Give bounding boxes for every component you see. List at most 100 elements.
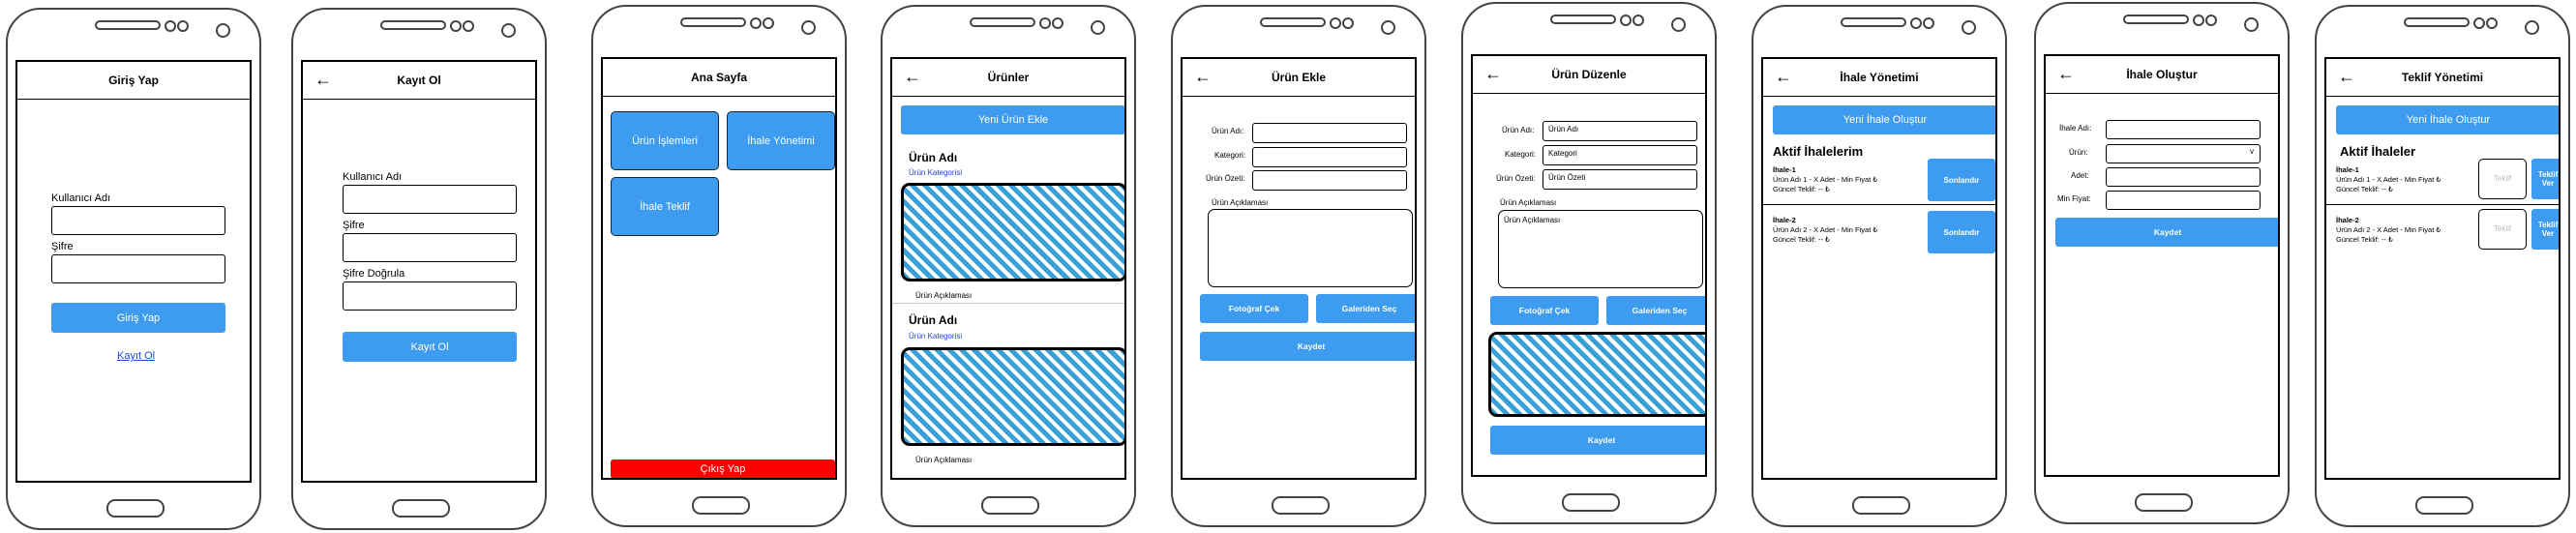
min-price-label: Min Fiyat: [2057, 194, 2091, 203]
name-input[interactable] [1252, 123, 1407, 143]
page-title: İhale Oluştur [2126, 68, 2198, 81]
min-price-input[interactable] [2106, 191, 2261, 210]
save-button[interactable]: Kaydet [2055, 218, 2278, 247]
take-photo-button[interactable]: Fotoğraf Çek [1200, 294, 1308, 323]
product-select[interactable]: v [2106, 144, 2261, 163]
auction-management-button[interactable]: İhale Yönetimi [727, 111, 835, 170]
choose-gallery-button[interactable]: Galeriden Seç [1316, 294, 1415, 323]
phone-sensor [750, 17, 762, 29]
back-arrow-icon[interactable]: ← [2057, 64, 2075, 83]
screen-header: ← Ürün Düzenle [1473, 56, 1705, 94]
choose-gallery-button[interactable]: Galeriden Seç [1606, 296, 1705, 325]
wireframe-canvas: Giriş Yap Kullanıcı Adı Şifre Giriş Yap … [0, 0, 2576, 533]
name-label: Ürün Adı: [1502, 126, 1535, 134]
product-description: Ürün Açıklaması [915, 291, 973, 300]
back-arrow-icon[interactable]: ← [1484, 64, 1502, 83]
phone-speaker [2123, 15, 2189, 24]
new-product-button[interactable]: Yeni Ürün Ekle [901, 105, 1124, 134]
auction-detail: Ürün Adı 1 - X Adet - Min Fiyat ₺ [1773, 175, 1878, 184]
description-textarea[interactable] [1208, 209, 1413, 287]
password-input[interactable] [343, 233, 517, 262]
end-auction-button[interactable]: Sonlandır [1928, 211, 1995, 253]
bid-input[interactable]: Teklif [2478, 159, 2527, 199]
save-button[interactable]: Kaydet [1200, 332, 1415, 361]
category-input[interactable]: Kategori [1543, 145, 1697, 165]
screen-login: Giriş Yap Kullanıcı Adı Şifre Giriş Yap … [15, 60, 252, 483]
auction-name: İhale-2 [2336, 216, 2359, 224]
phone-sensor [1620, 15, 1632, 26]
back-arrow-icon[interactable]: ← [2338, 67, 2355, 86]
screen-products: ← Ürünler Yeni Ürün Ekle Ürün Adı Ürün K… [890, 57, 1126, 480]
product-category: Ürün Kategorisi [909, 332, 963, 341]
summary-input[interactable]: Ürün Özeti [1543, 169, 1697, 190]
phone-speaker [380, 20, 446, 30]
home-button [1272, 496, 1330, 515]
password-input[interactable] [51, 254, 225, 283]
save-button[interactable]: Kaydet [1490, 426, 1705, 455]
end-auction-button[interactable]: Sonlandır [1928, 159, 1995, 201]
phone-sensor [1052, 17, 1063, 29]
quantity-input[interactable] [2106, 167, 2261, 187]
phone-speaker [1841, 17, 1906, 27]
back-arrow-icon[interactable]: ← [1194, 67, 1212, 86]
screen-header: Giriş Yap [17, 62, 250, 100]
take-photo-button[interactable]: Fotoğraf Çek [1490, 296, 1599, 325]
section-title: Aktif İhaleler [2340, 144, 2416, 159]
home-button [392, 499, 450, 518]
username-input[interactable] [51, 206, 225, 235]
auction-bid-button[interactable]: İhale Teklif [611, 177, 719, 236]
back-arrow-icon[interactable]: ← [315, 70, 332, 89]
screen-create-auction: ← İhale Oluştur İhale Adı: Ürün: v Adet:… [2044, 54, 2280, 477]
chevron-down-icon: v [2250, 147, 2254, 156]
section-title: Aktif İhalelerim [1773, 144, 1864, 159]
phone-sensor [763, 17, 774, 29]
screen-header: ← Ürün Ekle [1183, 59, 1415, 97]
phone-create-auction: ← İhale Oluştur İhale Adı: Ürün: v Adet:… [2034, 2, 2290, 524]
phone-camera [801, 20, 816, 35]
list-divider [892, 303, 1124, 304]
product-image-placeholder [901, 183, 1124, 281]
bid-input[interactable]: Teklif [2478, 209, 2527, 250]
password-confirm-label: Şifre Doğrula [343, 268, 405, 280]
login-button[interactable]: Giriş Yap [51, 303, 225, 333]
product-category: Ürün Kategorisi [909, 168, 963, 177]
screen-header: ← İhale Oluştur [2046, 56, 2278, 94]
home-button [2415, 496, 2473, 515]
category-label: Kategori: [1505, 150, 1537, 159]
register-button[interactable]: Kayıt Ol [343, 332, 517, 362]
auction-name: İhale-1 [1773, 165, 1796, 174]
page-title: Kayıt Ol [397, 74, 441, 87]
product-description: Ürün Açıklaması [915, 456, 973, 464]
product-operations-button[interactable]: Ürün İşlemleri [611, 111, 719, 170]
place-bid-button[interactable]: Teklif Ver [2531, 159, 2559, 199]
phone-sensor [463, 20, 474, 32]
summary-label: Ürün Özeti: [1206, 174, 1245, 183]
category-input[interactable] [1252, 147, 1407, 167]
phone-sensor [2473, 17, 2485, 29]
phone-sensor [1342, 17, 1354, 29]
phone-products: ← Ürünler Yeni Ürün Ekle Ürün Adı Ürün K… [881, 5, 1136, 527]
phone-sensor [165, 20, 176, 32]
page-title: Ürünler [987, 71, 1030, 84]
back-arrow-icon[interactable]: ← [904, 67, 921, 86]
phone-camera [216, 23, 230, 38]
new-auction-button[interactable]: Yeni İhale Oluştur [1773, 105, 1995, 134]
username-input[interactable] [343, 185, 517, 214]
place-bid-button[interactable]: Teklif Ver [2531, 209, 2559, 250]
home-button [1562, 493, 1620, 512]
back-arrow-icon[interactable]: ← [1775, 67, 1792, 86]
name-input[interactable]: Ürün Adı [1543, 121, 1697, 141]
password-confirm-input[interactable] [343, 281, 517, 311]
product-name: Ürün Adı [909, 151, 958, 164]
screen-auction-management: ← İhale Yönetimi Yeni İhale Oluştur Akti… [1761, 57, 1997, 480]
phone-sensor [2205, 15, 2217, 26]
new-auction-button[interactable]: Yeni İhale Oluştur [2336, 105, 2559, 134]
auction-name: İhale-1 [2336, 165, 2359, 174]
description-textarea[interactable]: Ürün Açıklaması [1498, 210, 1703, 288]
register-link[interactable]: Kayıt Ol [117, 350, 155, 362]
phone-camera [2244, 17, 2259, 32]
phone-speaker [95, 20, 161, 30]
summary-input[interactable] [1252, 170, 1407, 191]
auction-name-input[interactable] [2106, 120, 2261, 139]
logout-button[interactable]: Çıkış Yap [611, 459, 835, 478]
